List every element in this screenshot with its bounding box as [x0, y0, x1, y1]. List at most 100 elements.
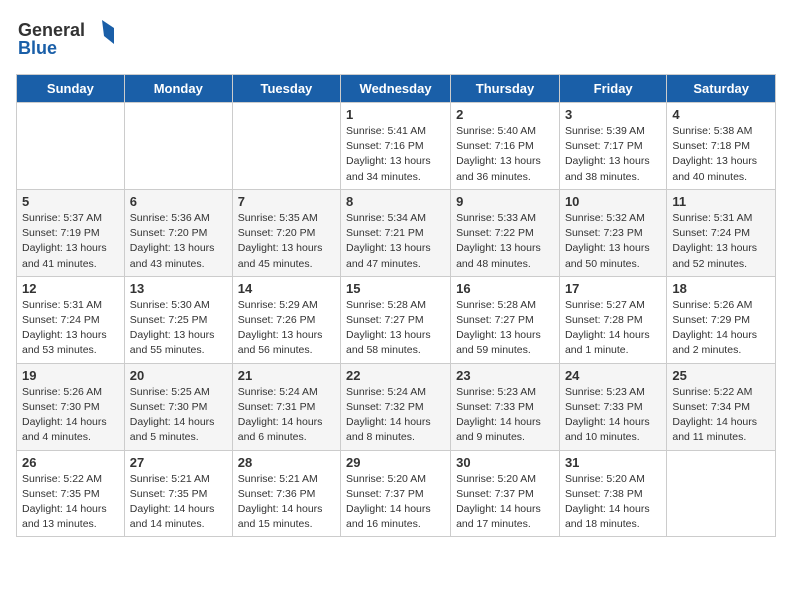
day-number: 26: [22, 455, 119, 470]
day-info: Sunrise: 5:34 AMSunset: 7:21 PMDaylight:…: [346, 211, 445, 272]
day-number: 13: [130, 281, 227, 296]
day-info: Sunrise: 5:31 AMSunset: 7:24 PMDaylight:…: [22, 298, 119, 359]
day-number: 24: [565, 368, 661, 383]
calendar-cell: 31 Sunrise: 5:20 AMSunset: 7:38 PMDayligh…: [559, 450, 666, 537]
calendar-cell: 23 Sunrise: 5:23 AMSunset: 7:33 PMDayligh…: [451, 363, 560, 450]
day-info: Sunrise: 5:35 AMSunset: 7:20 PMDaylight:…: [238, 211, 335, 272]
day-number: 5: [22, 194, 119, 209]
calendar-cell: 20 Sunrise: 5:25 AMSunset: 7:30 PMDayligh…: [124, 363, 232, 450]
day-info: Sunrise: 5:37 AMSunset: 7:19 PMDaylight:…: [22, 211, 119, 272]
day-number: 20: [130, 368, 227, 383]
day-info: Sunrise: 5:29 AMSunset: 7:26 PMDaylight:…: [238, 298, 335, 359]
day-number: 31: [565, 455, 661, 470]
day-info: Sunrise: 5:31 AMSunset: 7:24 PMDaylight:…: [672, 211, 770, 272]
day-number: 19: [22, 368, 119, 383]
day-number: 14: [238, 281, 335, 296]
calendar-cell: 18 Sunrise: 5:26 AMSunset: 7:29 PMDayligh…: [667, 276, 776, 363]
day-number: 1: [346, 107, 445, 122]
weekday-header-friday: Friday: [559, 75, 666, 103]
calendar-cell: 22 Sunrise: 5:24 AMSunset: 7:32 PMDayligh…: [341, 363, 451, 450]
weekday-header-sunday: Sunday: [17, 75, 125, 103]
day-info: Sunrise: 5:26 AMSunset: 7:30 PMDaylight:…: [22, 385, 119, 446]
calendar-cell: 28 Sunrise: 5:21 AMSunset: 7:36 PMDayligh…: [232, 450, 340, 537]
day-info: Sunrise: 5:20 AMSunset: 7:37 PMDaylight:…: [346, 472, 445, 533]
logo: General Blue: [16, 16, 116, 60]
day-info: Sunrise: 5:21 AMSunset: 7:36 PMDaylight:…: [238, 472, 335, 533]
calendar-cell: 24 Sunrise: 5:23 AMSunset: 7:33 PMDayligh…: [559, 363, 666, 450]
calendar-table: SundayMondayTuesdayWednesdayThursdayFrid…: [16, 74, 776, 537]
calendar-cell: 3 Sunrise: 5:39 AMSunset: 7:17 PMDaylight…: [559, 103, 666, 190]
day-number: 15: [346, 281, 445, 296]
calendar-cell: [232, 103, 340, 190]
calendar-week-row: 5 Sunrise: 5:37 AMSunset: 7:19 PMDaylight…: [17, 189, 776, 276]
day-number: 28: [238, 455, 335, 470]
calendar-cell: 19 Sunrise: 5:26 AMSunset: 7:30 PMDayligh…: [17, 363, 125, 450]
day-info: Sunrise: 5:30 AMSunset: 7:25 PMDaylight:…: [130, 298, 227, 359]
calendar-cell: 12 Sunrise: 5:31 AMSunset: 7:24 PMDayligh…: [17, 276, 125, 363]
day-info: Sunrise: 5:27 AMSunset: 7:28 PMDaylight:…: [565, 298, 661, 359]
calendar-week-row: 26Sunrise: 5:22 AMSunset: 7:35 PMDayligh…: [17, 450, 776, 537]
day-info: Sunrise: 5:23 AMSunset: 7:33 PMDaylight:…: [565, 385, 661, 446]
day-info: Sunrise: 5:25 AMSunset: 7:30 PMDaylight:…: [130, 385, 227, 446]
day-info: Sunrise: 5:26 AMSunset: 7:29 PMDaylight:…: [672, 298, 770, 359]
svg-text:Blue: Blue: [18, 38, 57, 58]
weekday-header-thursday: Thursday: [451, 75, 560, 103]
calendar-cell: 29Sunrise: 5:20 AMSunset: 7:37 PMDayligh…: [341, 450, 451, 537]
day-number: 21: [238, 368, 335, 383]
day-number: 23: [456, 368, 554, 383]
weekday-header-saturday: Saturday: [667, 75, 776, 103]
page-header: General Blue: [16, 16, 776, 60]
day-number: 27: [130, 455, 227, 470]
calendar-cell: 2 Sunrise: 5:40 AMSunset: 7:16 PMDaylight…: [451, 103, 560, 190]
day-number: 3: [565, 107, 661, 122]
svg-text:General: General: [18, 20, 85, 40]
weekday-header-monday: Monday: [124, 75, 232, 103]
day-number: 6: [130, 194, 227, 209]
calendar-cell: 21 Sunrise: 5:24 AMSunset: 7:31 PMDayligh…: [232, 363, 340, 450]
calendar-cell: 11Sunrise: 5:31 AMSunset: 7:24 PMDayligh…: [667, 189, 776, 276]
calendar-cell: 25 Sunrise: 5:22 AMSunset: 7:34 PMDayligh…: [667, 363, 776, 450]
calendar-cell: 9 Sunrise: 5:33 AMSunset: 7:22 PMDaylight…: [451, 189, 560, 276]
day-info: Sunrise: 5:39 AMSunset: 7:17 PMDaylight:…: [565, 124, 661, 185]
calendar-cell: 1 Sunrise: 5:41 AMSunset: 7:16 PMDaylight…: [341, 103, 451, 190]
calendar-cell: 15 Sunrise: 5:28 AMSunset: 7:27 PMDayligh…: [341, 276, 451, 363]
weekday-header-tuesday: Tuesday: [232, 75, 340, 103]
calendar-cell: 10Sunrise: 5:32 AMSunset: 7:23 PMDayligh…: [559, 189, 666, 276]
day-number: 12: [22, 281, 119, 296]
day-number: 25: [672, 368, 770, 383]
weekday-header-row: SundayMondayTuesdayWednesdayThursdayFrid…: [17, 75, 776, 103]
day-info: Sunrise: 5:36 AMSunset: 7:20 PMDaylight:…: [130, 211, 227, 272]
day-number: 22: [346, 368, 445, 383]
logo-svg: General Blue: [16, 16, 116, 60]
calendar-cell: 8Sunrise: 5:34 AMSunset: 7:21 PMDaylight…: [341, 189, 451, 276]
day-info: Sunrise: 5:22 AMSunset: 7:34 PMDaylight:…: [672, 385, 770, 446]
day-info: Sunrise: 5:40 AMSunset: 7:16 PMDaylight:…: [456, 124, 554, 185]
calendar-week-row: 1 Sunrise: 5:41 AMSunset: 7:16 PMDaylight…: [17, 103, 776, 190]
day-info: Sunrise: 5:28 AMSunset: 7:27 PMDaylight:…: [346, 298, 445, 359]
day-info: Sunrise: 5:41 AMSunset: 7:16 PMDaylight:…: [346, 124, 445, 185]
day-info: Sunrise: 5:24 AMSunset: 7:31 PMDaylight:…: [238, 385, 335, 446]
day-info: Sunrise: 5:32 AMSunset: 7:23 PMDaylight:…: [565, 211, 661, 272]
day-number: 7: [238, 194, 335, 209]
day-number: 18: [672, 281, 770, 296]
day-info: Sunrise: 5:33 AMSunset: 7:22 PMDaylight:…: [456, 211, 554, 272]
day-info: Sunrise: 5:24 AMSunset: 7:32 PMDaylight:…: [346, 385, 445, 446]
calendar-cell: [17, 103, 125, 190]
calendar-cell: [124, 103, 232, 190]
day-info: Sunrise: 5:23 AMSunset: 7:33 PMDaylight:…: [456, 385, 554, 446]
day-number: 2: [456, 107, 554, 122]
calendar-cell: [667, 450, 776, 537]
calendar-cell: 26Sunrise: 5:22 AMSunset: 7:35 PMDayligh…: [17, 450, 125, 537]
calendar-cell: 17 Sunrise: 5:27 AMSunset: 7:28 PMDayligh…: [559, 276, 666, 363]
day-number: 9: [456, 194, 554, 209]
calendar-cell: 30Sunrise: 5:20 AMSunset: 7:37 PMDayligh…: [451, 450, 560, 537]
calendar-week-row: 12 Sunrise: 5:31 AMSunset: 7:24 PMDayligh…: [17, 276, 776, 363]
day-number: 4: [672, 107, 770, 122]
day-number: 16: [456, 281, 554, 296]
day-number: 17: [565, 281, 661, 296]
weekday-header-wednesday: Wednesday: [341, 75, 451, 103]
day-info: Sunrise: 5:20 AMSunset: 7:38 PMDaylight:…: [565, 472, 661, 533]
calendar-cell: 14 Sunrise: 5:29 AMSunset: 7:26 PMDayligh…: [232, 276, 340, 363]
calendar-cell: 7 Sunrise: 5:35 AMSunset: 7:20 PMDaylight…: [232, 189, 340, 276]
calendar-cell: 27Sunrise: 5:21 AMSunset: 7:35 PMDayligh…: [124, 450, 232, 537]
